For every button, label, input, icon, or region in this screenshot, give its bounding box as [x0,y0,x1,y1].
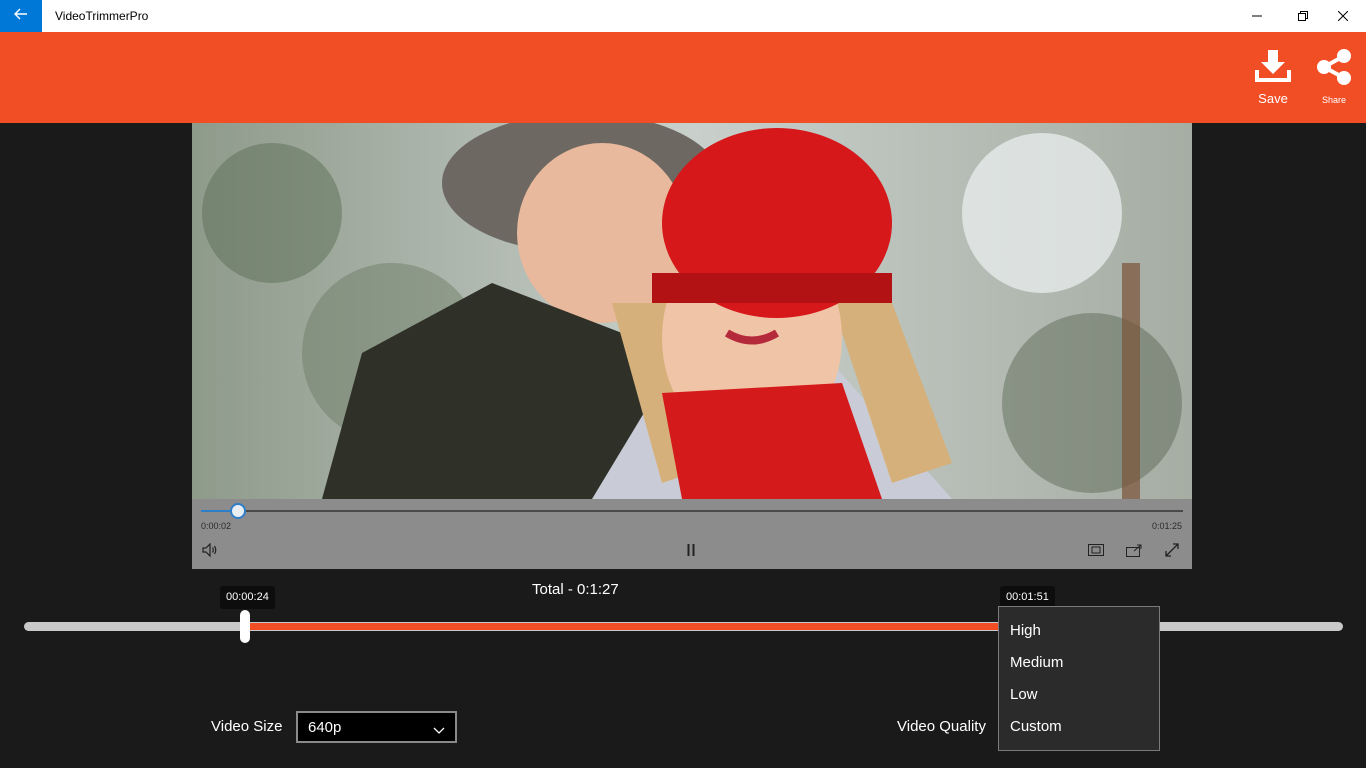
save-button[interactable]: Save [1248,48,1298,106]
volume-icon[interactable] [201,541,219,559]
current-time: 0:00:02 [201,521,232,531]
cast-icon[interactable] [1125,541,1143,559]
quality-option-low[interactable]: Low [999,679,1159,711]
back-arrow-icon [14,7,28,25]
trim-start-handle[interactable] [240,610,250,643]
video-size-value: 640p [308,719,342,736]
minimize-button[interactable] [1234,0,1280,32]
back-button[interactable] [0,0,42,32]
video-quality-label: Video Quality [897,718,986,735]
app-title: VideoTrimmerPro [55,9,149,23]
video-frame[interactable] [192,123,1192,499]
total-time: 0:01:25 [1151,521,1182,531]
download-icon [1253,48,1293,89]
player-controls: 0:00:02 0:01:25 [192,499,1192,569]
share-button[interactable]: Share [1310,48,1358,105]
quality-option-custom[interactable]: Custom [999,711,1159,743]
video-quality-dropdown: High Medium Low Custom [998,606,1160,751]
pause-icon[interactable] [682,541,700,559]
title-bar: VideoTrimmerPro [0,0,1366,32]
share-icon [1314,48,1354,91]
save-label: Save [1258,91,1288,106]
total-duration: Total - 0:1:27 [532,581,619,598]
video-size-label: Video Size [211,718,283,735]
app-header: Save Share [0,32,1366,123]
trim-selected-range [245,623,1007,630]
close-button[interactable] [1320,0,1366,32]
trim-start-time: 00:00:24 [220,586,275,609]
chevron-down-icon [433,722,445,739]
quality-option-medium[interactable]: Medium [999,647,1159,679]
video-size-select[interactable]: 640p [296,711,457,743]
aspect-ratio-icon[interactable] [1087,541,1105,559]
seek-thumb[interactable] [230,503,247,519]
quality-option-high[interactable]: High [999,615,1159,647]
share-label: Share [1321,95,1347,105]
fullscreen-icon[interactable] [1163,541,1181,559]
seek-bar[interactable] [201,510,1183,512]
